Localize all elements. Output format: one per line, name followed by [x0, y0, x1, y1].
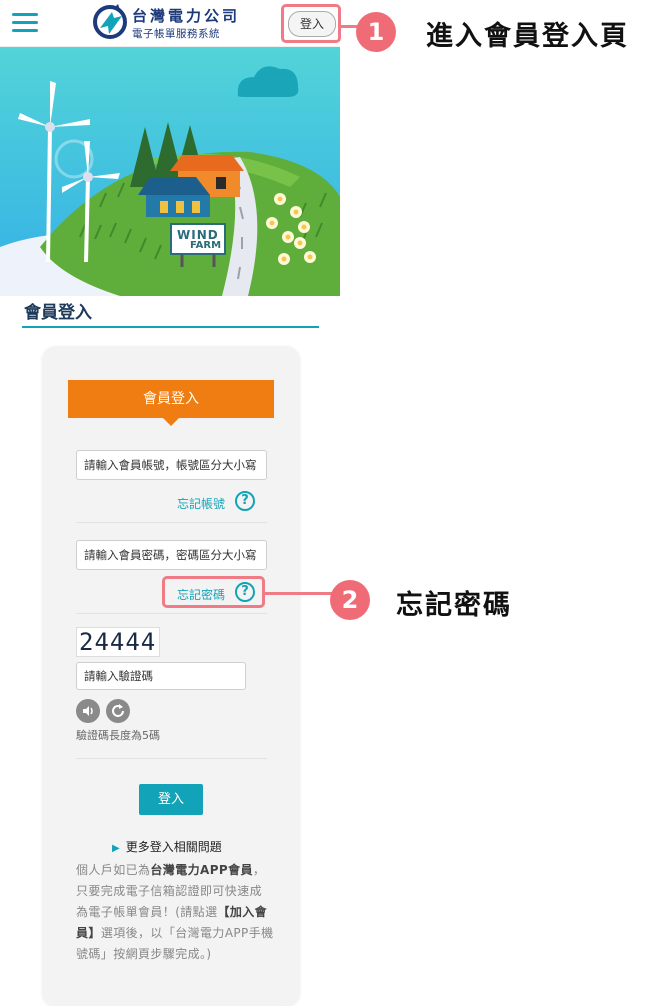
taipower-logo-mark-icon	[93, 4, 127, 39]
speaker-icon[interactable]	[76, 699, 100, 723]
title-underline	[22, 326, 319, 328]
page-title: 會員登入	[24, 303, 92, 323]
app-member-note: 個人戶如已為台灣電力APP會員，只要完成電子信箱認證即可快速成為電子帳單會員！(…	[76, 860, 274, 965]
divider	[76, 613, 267, 614]
annotation-connector-2	[265, 592, 335, 595]
annotation-highlight-forgot-password	[162, 576, 265, 608]
captcha-input[interactable]: 請輸入驗證碼	[76, 662, 246, 690]
password-input[interactable]: 請輸入會員密碼，密碼區分大小寫	[76, 540, 267, 570]
hamburger-icon[interactable]	[12, 13, 38, 33]
logo-subtitle: 電子帳單服務系統	[132, 28, 220, 40]
heading-pointer-icon	[163, 418, 179, 426]
annotation-highlight-login	[281, 4, 341, 43]
more-login-help-link[interactable]: ▶ 更多登入相關問題	[112, 838, 222, 855]
divider	[76, 758, 267, 759]
annotation-step-2: 2	[330, 580, 370, 620]
triangle-right-icon: ▶	[112, 843, 120, 854]
forgot-account-help-icon[interactable]: ?	[235, 491, 255, 511]
captcha-length-hint: 驗證碼長度為5碼	[76, 729, 160, 742]
wind-farm-sign-line2: FARM	[190, 240, 222, 251]
logo-title: 台灣電力公司	[132, 7, 241, 25]
login-panel-heading: 會員登入	[68, 380, 274, 418]
account-input[interactable]: 請輸入會員帳號，帳號區分大小寫	[76, 450, 267, 480]
more-login-help-label: 更多登入相關問題	[125, 840, 222, 854]
note-text: 選項後，以「台灣電力APP手機號碼」按網頁步驟完成。)	[76, 926, 274, 961]
refresh-icon[interactable]	[106, 699, 130, 723]
captcha-image: 24444	[76, 627, 160, 657]
annotation-text-2: 忘記密碼	[396, 590, 512, 621]
note-text: 個人戶如已為	[76, 863, 151, 877]
login-submit-button[interactable]: 登入	[139, 784, 203, 815]
taipower-logo[interactable]: 台灣電力公司 電子帳單服務系統	[92, 4, 242, 42]
note-highlight-app: 台灣電力APP會員	[150, 863, 253, 877]
annotation-text-1: 進入會員登入頁	[426, 21, 629, 52]
divider	[76, 522, 267, 523]
annotation-step-1: 1	[356, 12, 396, 52]
forgot-account-link[interactable]: 忘記帳號	[177, 495, 225, 512]
wind-farm-banner: WIND FARM	[0, 47, 340, 296]
